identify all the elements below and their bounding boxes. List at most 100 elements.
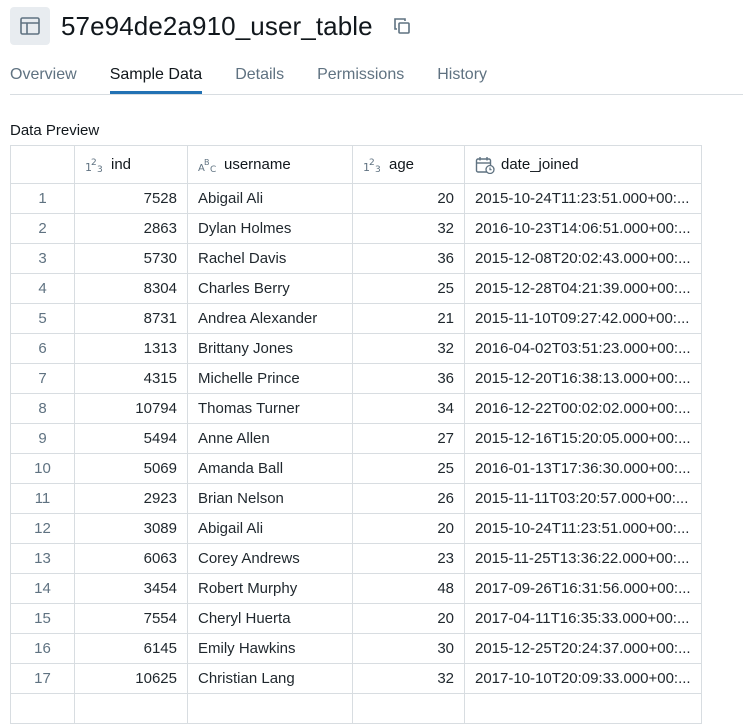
table-row[interactable]: 8 10794 Thomas Turner 34 2016-12-22T00:02:02… bbox=[10, 393, 702, 424]
cell-ind[interactable]: 2923 bbox=[74, 483, 188, 514]
row-number[interactable]: 12 bbox=[10, 513, 75, 544]
cell-age[interactable]: 30 bbox=[352, 633, 465, 664]
tab-details[interactable]: Details bbox=[235, 56, 284, 94]
cell-date-joined[interactable]: 2016-12-22T00:02:02.000+00:... bbox=[464, 393, 702, 424]
row-number[interactable]: 3 bbox=[10, 243, 75, 274]
cell-ind[interactable]: 2863 bbox=[74, 213, 188, 244]
table-row[interactable]: 6 1313 Brittany Jones 32 2016-04-02T03:51:23… bbox=[10, 333, 702, 364]
cell-date-joined[interactable]: 2015-12-25T20:24:37.000+00:... bbox=[464, 633, 702, 664]
cell-ind[interactable]: 10794 bbox=[74, 393, 188, 424]
row-number[interactable]: 9 bbox=[10, 423, 75, 454]
cell-age[interactable]: 25 bbox=[352, 273, 465, 304]
row-number[interactable]: 2 bbox=[10, 213, 75, 244]
cell-date-joined[interactable]: 2015-10-24T11:23:51.000+00:... bbox=[464, 513, 702, 544]
table-row[interactable]: 9 5494 Anne Allen 27 2015-12-16T15:20:05.000… bbox=[10, 423, 702, 454]
cell-ind[interactable]: 5730 bbox=[74, 243, 188, 274]
cell-ind[interactable]: 7528 bbox=[74, 183, 188, 214]
cell-age[interactable]: 20 bbox=[352, 183, 465, 214]
cell-age[interactable]: 36 bbox=[352, 243, 465, 274]
cell-username[interactable]: Charles Berry bbox=[187, 273, 353, 304]
cell-username[interactable]: Michelle Prince bbox=[187, 363, 353, 394]
table-row[interactable]: 10 5069 Amanda Ball 25 2016-01-13T17:36:30.0… bbox=[10, 453, 702, 484]
table-row[interactable] bbox=[10, 693, 702, 724]
row-number[interactable]: 1 bbox=[10, 183, 75, 214]
table-row[interactable]: 13 6063 Corey Andrews 23 2015-11-25T13:36:22… bbox=[10, 543, 702, 574]
cell-age[interactable]: 36 bbox=[352, 363, 465, 394]
row-number[interactable]: 13 bbox=[10, 543, 75, 574]
cell-date-joined[interactable]: 2015-11-10T09:27:42.000+00:... bbox=[464, 303, 702, 334]
cell-username[interactable]: Anne Allen bbox=[187, 423, 353, 454]
table-row[interactable]: 14 3454 Robert Murphy 48 2017-09-26T16:31:56… bbox=[10, 573, 702, 604]
cell-age[interactable]: 26 bbox=[352, 483, 465, 514]
row-number[interactable]: 5 bbox=[10, 303, 75, 334]
cell-username[interactable]: Dylan Holmes bbox=[187, 213, 353, 244]
cell-username[interactable]: Emily Hawkins bbox=[187, 633, 353, 664]
cell-username[interactable]: Abigail Ali bbox=[187, 513, 353, 544]
cell-username[interactable]: Amanda Ball bbox=[187, 453, 353, 484]
cell-date-joined[interactable]: 2015-12-08T20:02:43.000+00:... bbox=[464, 243, 702, 274]
cell-date-joined[interactable]: 2016-01-13T17:36:30.000+00:... bbox=[464, 453, 702, 484]
cell-age[interactable]: 32 bbox=[352, 333, 465, 364]
table-row[interactable]: 11 2923 Brian Nelson 26 2015-11-11T03:20:57.… bbox=[10, 483, 702, 514]
cell-age[interactable]: 32 bbox=[352, 663, 465, 694]
cell-ind[interactable]: 3089 bbox=[74, 513, 188, 544]
tab-overview[interactable]: Overview bbox=[10, 56, 77, 94]
cell-ind[interactable]: 8731 bbox=[74, 303, 188, 334]
cell-date-joined[interactable]: 2015-12-20T16:38:13.000+00:... bbox=[464, 363, 702, 394]
cell-ind[interactable]: 5494 bbox=[74, 423, 188, 454]
cell-age[interactable]: 21 bbox=[352, 303, 465, 334]
cell-age[interactable] bbox=[352, 693, 465, 724]
cell-username[interactable]: Cheryl Huerta bbox=[187, 603, 353, 634]
table-row[interactable]: 5 8731 Andrea Alexander 21 2015-11-10T09:27:… bbox=[10, 303, 702, 334]
cell-username[interactable]: Robert Murphy bbox=[187, 573, 353, 604]
column-header-age[interactable]: 1 2 3 age bbox=[352, 145, 465, 184]
cell-date-joined[interactable]: 2015-12-16T15:20:05.000+00:... bbox=[464, 423, 702, 454]
column-header-ind[interactable]: 1 2 3 ind bbox=[74, 145, 188, 184]
cell-ind[interactable]: 3454 bbox=[74, 573, 188, 604]
cell-age[interactable]: 25 bbox=[352, 453, 465, 484]
row-number[interactable]: 4 bbox=[10, 273, 75, 304]
cell-ind[interactable]: 1313 bbox=[74, 333, 188, 364]
cell-date-joined[interactable]: 2015-11-11T03:20:57.000+00:... bbox=[464, 483, 702, 514]
cell-ind[interactable]: 10625 bbox=[74, 663, 188, 694]
cell-date-joined[interactable]: 2015-10-24T11:23:51.000+00:... bbox=[464, 183, 702, 214]
table-row[interactable]: 7 4315 Michelle Prince 36 2015-12-20T16:38:1… bbox=[10, 363, 702, 394]
cell-age[interactable]: 27 bbox=[352, 423, 465, 454]
cell-ind[interactable]: 5069 bbox=[74, 453, 188, 484]
cell-age[interactable]: 48 bbox=[352, 573, 465, 604]
table-row[interactable]: 4 8304 Charles Berry 25 2015-12-28T04:21:39.… bbox=[10, 273, 702, 304]
table-row[interactable]: 1 7528 Abigail Ali 20 2015-10-24T11:23:51.00… bbox=[10, 183, 702, 214]
cell-username[interactable]: Brian Nelson bbox=[187, 483, 353, 514]
cell-age[interactable]: 23 bbox=[352, 543, 465, 574]
row-number[interactable]: 15 bbox=[10, 603, 75, 634]
tab-history[interactable]: History bbox=[437, 56, 487, 94]
table-row[interactable]: 3 5730 Rachel Davis 36 2015-12-08T20:02:43.0… bbox=[10, 243, 702, 274]
cell-username[interactable]: Christian Lang bbox=[187, 663, 353, 694]
cell-ind[interactable]: 6145 bbox=[74, 633, 188, 664]
cell-username[interactable]: Corey Andrews bbox=[187, 543, 353, 574]
row-number[interactable]: 8 bbox=[10, 393, 75, 424]
cell-username[interactable]: Thomas Turner bbox=[187, 393, 353, 424]
row-number[interactable]: 10 bbox=[10, 453, 75, 484]
row-number[interactable]: 7 bbox=[10, 363, 75, 394]
table-row[interactable]: 2 2863 Dylan Holmes 32 2016-10-23T14:06:51.0… bbox=[10, 213, 702, 244]
table-row[interactable]: 15 7554 Cheryl Huerta 20 2017-04-11T16:35:33… bbox=[10, 603, 702, 634]
column-header-username[interactable]: A B C username bbox=[187, 145, 353, 184]
cell-date-joined[interactable]: 2015-12-28T04:21:39.000+00:... bbox=[464, 273, 702, 304]
row-number[interactable] bbox=[10, 693, 75, 724]
cell-age[interactable]: 34 bbox=[352, 393, 465, 424]
table-row[interactable]: 17 10625 Christian Lang 32 2017-10-10T20:09:… bbox=[10, 663, 702, 694]
cell-username[interactable]: Andrea Alexander bbox=[187, 303, 353, 334]
cell-age[interactable]: 32 bbox=[352, 213, 465, 244]
cell-username[interactable]: Abigail Ali bbox=[187, 183, 353, 214]
cell-date-joined[interactable]: 2015-11-25T13:36:22.000+00:... bbox=[464, 543, 702, 574]
table-row[interactable]: 12 3089 Abigail Ali 20 2015-10-24T11:23:51.0… bbox=[10, 513, 702, 544]
cell-username[interactable]: Brittany Jones bbox=[187, 333, 353, 364]
row-number[interactable]: 17 bbox=[10, 663, 75, 694]
cell-ind[interactable]: 8304 bbox=[74, 273, 188, 304]
cell-date-joined[interactable]: 2017-09-26T16:31:56.000+00:... bbox=[464, 573, 702, 604]
copy-icon[interactable] bbox=[391, 15, 413, 37]
cell-username[interactable] bbox=[187, 693, 353, 724]
cell-date-joined[interactable] bbox=[464, 693, 702, 724]
cell-ind[interactable]: 4315 bbox=[74, 363, 188, 394]
